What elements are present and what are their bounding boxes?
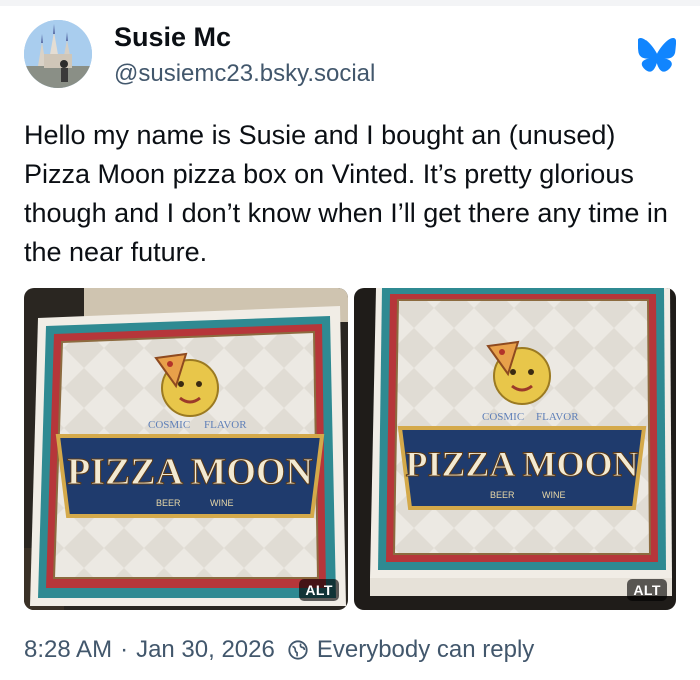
box-text-beer: BEER: [156, 498, 181, 508]
box-text-beer: BEER: [490, 490, 515, 500]
pizza-box-photo: COSMIC FLAVOR PIZZA MOON BEER WINE: [24, 288, 348, 610]
box-text-cosmic: COSMIC: [148, 419, 190, 431]
globe-icon: [288, 640, 308, 660]
box-text-flavor: FLAVOR: [536, 411, 579, 423]
image-gallery: COSMIC FLAVOR PIZZA MOON BEER WINE ALT C…: [24, 288, 676, 610]
alt-badge-2[interactable]: ALT: [627, 579, 667, 601]
post-image-1[interactable]: COSMIC FLAVOR PIZZA MOON BEER WINE ALT: [24, 288, 348, 610]
box-text-flavor: FLAVOR: [204, 419, 247, 431]
reply-setting[interactable]: Everybody can reply: [317, 636, 534, 664]
post-meta: 8:28 AM · Jan 30, 2026 Everybody can rep…: [24, 634, 534, 666]
meta-separator: ·: [120, 636, 129, 663]
castle-photo-avatar: [24, 20, 92, 88]
post-date[interactable]: Jan 30, 2026: [136, 636, 275, 664]
author-handle[interactable]: @susiemc23.bsky.social: [114, 60, 375, 88]
box-brand-text: PIZZA MOON: [405, 444, 638, 484]
box-text-wine: WINE: [542, 490, 566, 500]
avatar[interactable]: [24, 20, 92, 88]
box-brand-text: PIZZA MOON: [67, 451, 313, 493]
display-name[interactable]: Susie Mc: [114, 22, 231, 53]
post-text: Hello my name is Susie and I bought an (…: [24, 120, 668, 267]
post-header: Susie Mc @susiemc23.bsky.social: [24, 20, 676, 90]
top-divider: [0, 0, 700, 6]
post-time[interactable]: 8:28 AM: [24, 636, 112, 664]
box-text-wine: WINE: [210, 498, 234, 508]
butterfly-icon[interactable]: [638, 38, 676, 72]
box-text-cosmic: COSMIC: [482, 411, 524, 423]
post-image-2[interactable]: COSMIC FLAVOR PIZZA MOON BEER WINE ALT: [354, 288, 676, 610]
pizza-box-photo: COSMIC FLAVOR PIZZA MOON BEER WINE: [354, 288, 676, 610]
alt-badge-1[interactable]: ALT: [299, 579, 339, 601]
